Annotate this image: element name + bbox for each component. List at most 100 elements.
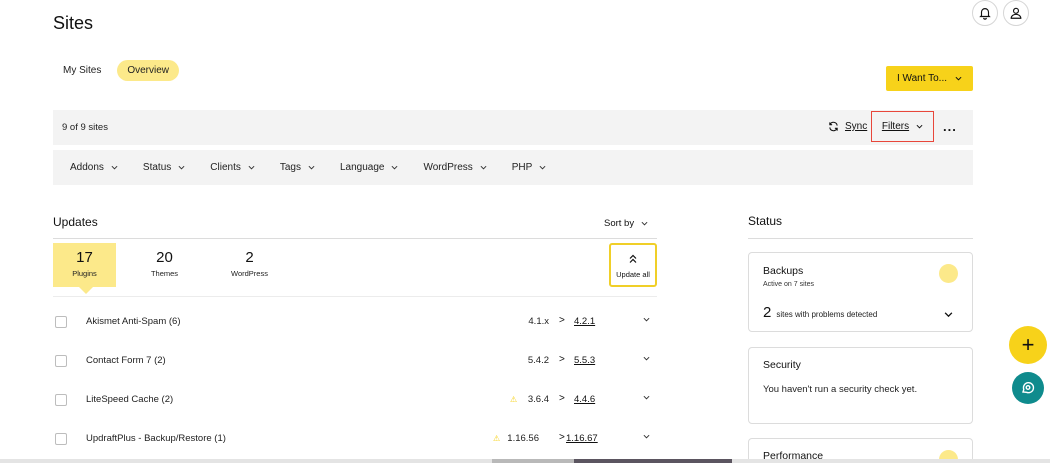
chevron-down-icon[interactable] bbox=[643, 394, 650, 401]
chevron-down-icon bbox=[480, 165, 487, 170]
sync-label: Sync bbox=[845, 121, 868, 132]
security-message: You haven't run a security check yet. bbox=[763, 384, 918, 395]
current-version: 5.4.2 bbox=[527, 355, 549, 366]
row-checkbox[interactable] bbox=[55, 355, 67, 367]
filter-status[interactable]: Status bbox=[143, 162, 185, 173]
filter-bar: Addons Status Clients Tags Language Word… bbox=[53, 150, 973, 185]
version-arrow: > bbox=[559, 432, 565, 443]
card-title: Backups bbox=[763, 265, 804, 277]
filter-language[interactable]: Language bbox=[340, 162, 399, 173]
stat-count: 2 bbox=[245, 249, 254, 266]
chevron-down-icon[interactable] bbox=[643, 433, 650, 440]
bottom-strip bbox=[0, 459, 1050, 463]
stat-count: 20 bbox=[156, 249, 173, 266]
i-want-to-button[interactable]: I Want To... bbox=[886, 66, 973, 91]
plugin-name: Akismet Anti-Spam (6) bbox=[86, 316, 181, 327]
filter-label: Tags bbox=[279, 162, 301, 173]
update-row: Contact Form 7 (2) 5.4.2 > 5.5.3 bbox=[53, 341, 657, 380]
tab-my-sites[interactable]: My Sites bbox=[53, 60, 111, 81]
double-chevron-up-icon bbox=[629, 254, 637, 263]
chevron-down-icon[interactable] bbox=[944, 310, 953, 319]
stat-count: 17 bbox=[76, 249, 93, 266]
more-options-button[interactable]: ... bbox=[943, 119, 957, 134]
status-indicator bbox=[939, 264, 958, 283]
add-site-button[interactable]: + bbox=[1009, 326, 1047, 364]
update-row: LiteSpeed Cache (2) ⚠ 3.6.4 > 4.4.6 bbox=[53, 380, 657, 419]
current-version: 1.16.56 bbox=[507, 433, 539, 444]
chevron-down-icon[interactable] bbox=[643, 355, 650, 362]
bell-icon bbox=[979, 8, 991, 20]
update-all-label: Update all bbox=[616, 270, 650, 279]
sort-by-dropdown[interactable]: Sort by bbox=[604, 218, 648, 229]
chat-button[interactable] bbox=[1012, 372, 1044, 404]
warning-icon: ⚠ bbox=[493, 434, 501, 443]
sync-icon bbox=[829, 121, 838, 132]
sites-toolbar: 9 of 9 sites Sync Filters ... bbox=[53, 110, 973, 145]
divider bbox=[748, 238, 973, 239]
chevron-down-icon bbox=[308, 165, 315, 170]
active-stat-pointer bbox=[79, 287, 93, 294]
stat-label: Plugins bbox=[72, 269, 97, 278]
filter-addons[interactable]: Addons bbox=[70, 162, 118, 173]
update-row: Akismet Anti-Spam (6) 4.1.x > 4.2.1 bbox=[53, 302, 657, 341]
new-version-link[interactable]: 1.16.67 bbox=[566, 433, 598, 444]
account-button[interactable] bbox=[1003, 0, 1029, 26]
filter-php[interactable]: PHP bbox=[512, 162, 547, 173]
chevron-down-icon bbox=[955, 76, 962, 81]
row-checkbox[interactable] bbox=[55, 433, 67, 445]
filter-wordpress[interactable]: WordPress bbox=[423, 162, 487, 173]
chevron-down-icon bbox=[111, 165, 118, 170]
new-version-link[interactable]: 5.5.3 bbox=[574, 355, 595, 366]
version-arrow: > bbox=[559, 354, 565, 365]
view-tabs: My Sites Overview bbox=[53, 60, 180, 81]
filters-label: Filters bbox=[881, 121, 910, 132]
chevron-down-icon bbox=[392, 165, 398, 170]
plugin-name: LiteSpeed Cache (2) bbox=[86, 394, 174, 405]
tab-overview[interactable]: Overview bbox=[117, 60, 180, 81]
filter-label: Language bbox=[339, 162, 385, 173]
stat-label: Themes bbox=[150, 269, 179, 278]
problem-text: sites with problems detected bbox=[776, 310, 878, 319]
backups-card[interactable]: Backups Active on 7 sites 2 sites with p… bbox=[748, 252, 973, 332]
sort-by-label: Sort by bbox=[604, 218, 635, 229]
strip-segment bbox=[492, 459, 574, 463]
page-title: Sites bbox=[53, 13, 94, 33]
status-title: Status bbox=[748, 214, 783, 228]
card-title: Security bbox=[763, 359, 801, 371]
sync-button[interactable]: Sync bbox=[828, 121, 867, 132]
stat-wordpress[interactable]: 2 WordPress bbox=[218, 243, 281, 287]
chat-icon bbox=[1022, 382, 1035, 394]
divider bbox=[53, 238, 657, 239]
problems-summary: 2 sites with problems detected bbox=[763, 304, 877, 321]
stat-plugins[interactable]: 17 Plugins bbox=[53, 243, 116, 287]
update-row: UpdraftPlus - Backup/Restore (1) ⚠ 1.16.… bbox=[53, 419, 657, 458]
filter-label: Status bbox=[142, 162, 172, 173]
row-checkbox[interactable] bbox=[55, 316, 67, 328]
version-arrow: > bbox=[559, 393, 565, 404]
card-subtitle: Active on 7 sites bbox=[763, 281, 814, 288]
divider bbox=[53, 296, 657, 297]
filters-button[interactable]: Filters bbox=[871, 111, 934, 142]
strip-segment bbox=[574, 459, 732, 463]
chevron-down-icon[interactable] bbox=[643, 316, 650, 323]
security-card[interactable]: Security You haven't run a security chec… bbox=[748, 347, 973, 424]
plugin-name: UpdraftPlus - Backup/Restore (1) bbox=[86, 433, 226, 444]
plugin-name: Contact Form 7 (2) bbox=[86, 355, 166, 366]
new-version-link[interactable]: 4.2.1 bbox=[574, 316, 595, 327]
chevron-down-icon bbox=[916, 124, 923, 129]
new-version-link[interactable]: 4.4.6 bbox=[574, 394, 595, 405]
stat-themes[interactable]: 20 Themes bbox=[133, 243, 196, 287]
row-checkbox[interactable] bbox=[55, 394, 67, 406]
stat-label: WordPress bbox=[231, 269, 268, 278]
filter-label: Clients bbox=[210, 162, 241, 173]
chevron-down-icon bbox=[539, 165, 546, 170]
update-all-button[interactable]: Update all bbox=[609, 243, 657, 287]
chevron-down-icon bbox=[248, 165, 255, 170]
filter-clients[interactable]: Clients bbox=[210, 162, 255, 173]
user-icon bbox=[1010, 7, 1022, 19]
problem-count: 2 bbox=[763, 304, 772, 321]
filter-tags[interactable]: Tags bbox=[280, 162, 315, 173]
filter-label: WordPress bbox=[423, 162, 473, 173]
notifications-button[interactable] bbox=[972, 0, 998, 26]
current-version: 3.6.4 bbox=[527, 394, 549, 405]
